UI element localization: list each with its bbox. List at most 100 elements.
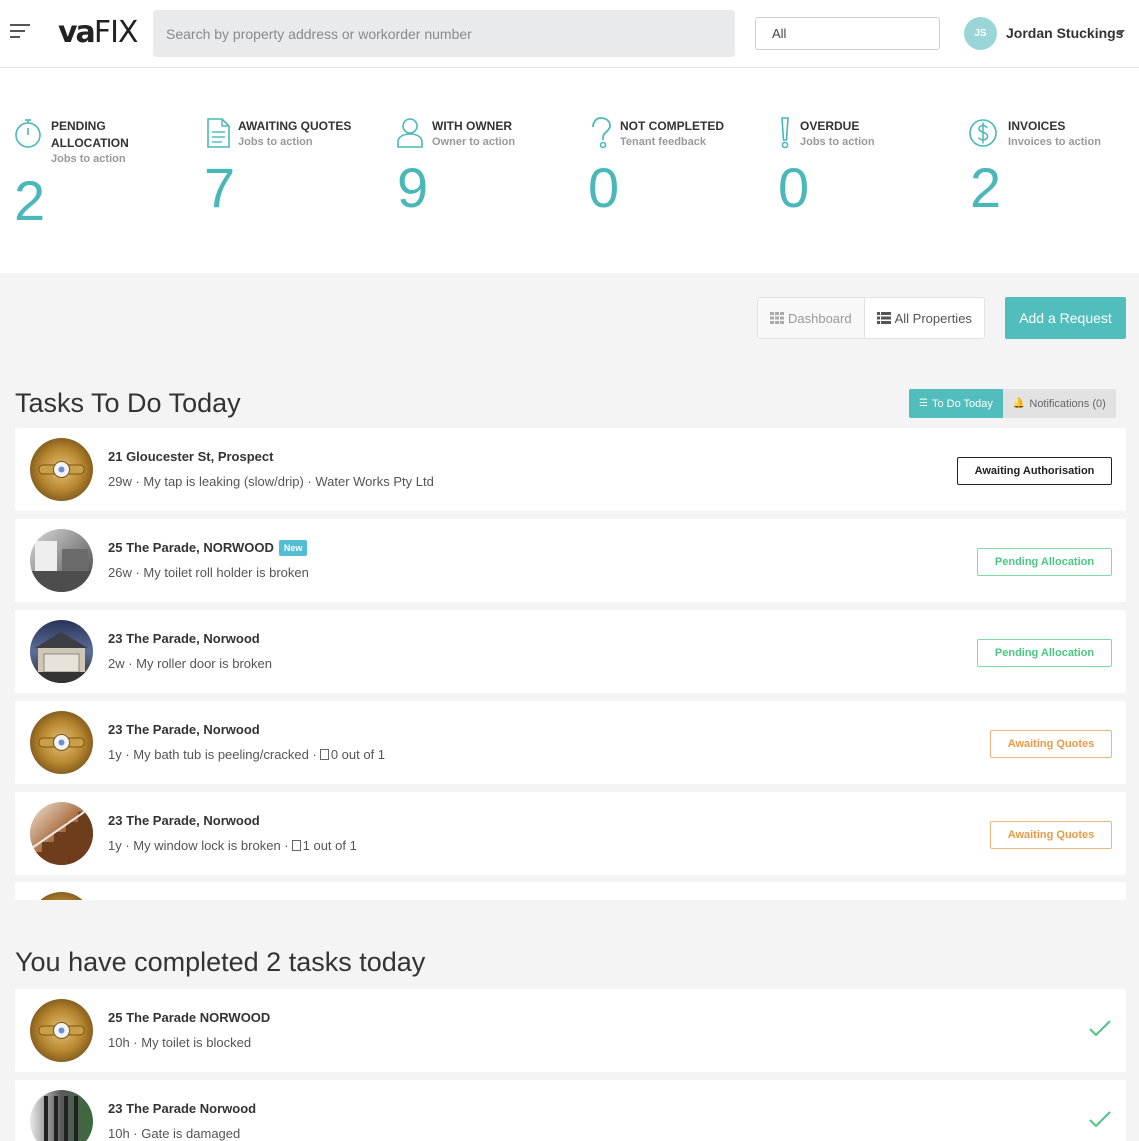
stat-title: WITH OWNER (432, 119, 512, 133)
task-thumbnail (30, 438, 93, 501)
task-thumbnail (30, 892, 93, 900)
task-thumbnail (30, 529, 93, 592)
stat-subtitle: Jobs to action (800, 136, 875, 148)
task-card[interactable]: 21 Gloucester St, Prospect 29w · My tap … (15, 428, 1126, 511)
status-badge[interactable]: Awaiting Quotes (990, 730, 1112, 758)
logo-fix: FIX (93, 15, 139, 50)
filter-select[interactable]: All (755, 17, 940, 50)
task-description: 29w · My tap is leaking (slow/drip) · Wa… (108, 474, 434, 489)
stat-pending-allocation[interactable]: PENDING ALLOCATION Jobs to action 2 (0, 68, 190, 273)
dashboard-label: Dashboard (788, 310, 852, 326)
stat-value: 2 (970, 156, 1002, 219)
task-description: 2w · My roller door is broken (108, 656, 272, 671)
stat-value: 2 (14, 169, 46, 232)
logo-va: va (58, 15, 96, 50)
stat-title: INVOICES (1008, 119, 1066, 133)
task-address: 25 The Parade, NORWOOD New (108, 540, 308, 556)
list-icon (876, 312, 891, 324)
stat-value: 7 (204, 156, 236, 219)
caret-down-icon[interactable] (1117, 30, 1125, 35)
completed-card[interactable]: 25 The Parade NORWOOD 10h · My toilet is… (15, 989, 1126, 1072)
task-address: 23 The Parade, Norwood (108, 631, 260, 646)
stat-title: AWAITING QUOTES (238, 119, 352, 133)
user-name-menu[interactable]: Jordan Stuckings (1006, 25, 1123, 41)
search-input[interactable] (153, 10, 735, 57)
task-thumbnail (30, 999, 93, 1062)
tab-label: Notifications (0) (1029, 397, 1106, 410)
task-address: 23 The Parade Norwood (108, 1101, 257, 1116)
all-properties-label: All Properties (894, 310, 972, 326)
stat-subtitle: Owner to action (432, 136, 516, 148)
stat-invoices[interactable]: INVOICES Invoices to action 2 (962, 68, 1137, 273)
stat-subtitle: Jobs to action (238, 136, 313, 148)
checkmark-icon (1089, 1020, 1111, 1037)
checkmark-icon (1089, 1111, 1111, 1128)
stat-not-completed[interactable]: NOT COMPLETED Tenant feedback 0 (585, 68, 770, 273)
dashboard-button[interactable]: Dashboard (758, 298, 865, 338)
task-description-text: 1y · My bath tub is peeling/cracked · (108, 747, 317, 762)
task-description-text: 1y · My window lock is broken · (108, 838, 289, 853)
stat-title: NOT COMPLETED (620, 119, 724, 133)
stats-panel: PENDING ALLOCATION Jobs to action 2 AWAI… (0, 68, 1139, 273)
list-icon: ☰ (919, 398, 928, 409)
tab-to-do-today[interactable]: ☰ To Do Today (909, 389, 1003, 418)
status-badge[interactable]: Pending Allocation (977, 639, 1112, 667)
grid-icon (770, 312, 784, 324)
task-description: 26w · My toilet roll holder is broken (108, 565, 309, 580)
quote-document-icon (291, 840, 301, 851)
task-card[interactable]: 23 The Parade, Norwood 1y · My bath tub … (15, 701, 1126, 784)
stat-with-owner[interactable]: WITH OWNER Owner to action 9 (393, 68, 578, 273)
stat-subtitle: Invoices to action (1008, 136, 1101, 148)
hamburger-menu-icon[interactable] (10, 22, 32, 40)
stat-overdue[interactable]: OVERDUE Jobs to action 0 (770, 68, 955, 273)
bell-icon: 🔔 (1012, 398, 1026, 409)
status-badge[interactable]: Awaiting Authorisation (957, 457, 1112, 485)
task-description: 1y · My window lock is broken · 1 out of … (108, 838, 357, 853)
question-icon (592, 117, 611, 149)
task-thumbnail (30, 711, 93, 774)
stat-value: 0 (588, 156, 620, 219)
quote-document-icon (319, 749, 329, 760)
add-request-button[interactable]: Add a Request (1005, 297, 1126, 339)
task-description: 10h · My toilet is blocked (108, 1035, 252, 1050)
stat-awaiting-quotes[interactable]: AWAITING QUOTES Jobs to action 7 (200, 68, 385, 273)
tab-label: To Do Today (931, 397, 993, 410)
task-address: 25 The Parade NORWOOD (108, 1010, 271, 1025)
task-address: 21 Gloucester St, Prospect (108, 449, 274, 464)
stat-subtitle: Tenant feedback (620, 136, 706, 148)
task-address-text: 25 The Parade, NORWOOD (108, 540, 274, 555)
stopwatch-icon (15, 119, 41, 148)
view-switcher: Dashboard All Properties (757, 297, 985, 339)
person-icon (397, 118, 423, 148)
vafix-logo[interactable]: vaFIX (58, 15, 139, 50)
avatar[interactable]: JS (964, 17, 997, 50)
task-card[interactable]: 23 The Parade, Norwood 2w · My roller do… (15, 610, 1126, 693)
status-badge[interactable]: Awaiting Quotes (990, 821, 1112, 849)
stat-value: 9 (397, 156, 429, 219)
exclamation-icon (781, 117, 789, 149)
task-tabs: ☰ To Do Today 🔔 Notifications (0) (909, 389, 1116, 418)
task-address: 23 The Parade, Norwood (108, 813, 260, 828)
top-bar: vaFIX All JS Jordan Stuckings (0, 0, 1139, 68)
tasks-heading: Tasks To Do Today (15, 388, 241, 418)
document-icon (207, 118, 230, 148)
task-card[interactable]: 23 The Parade, Norwood 1y · My window lo… (15, 792, 1126, 875)
task-thumbnail (30, 1090, 93, 1141)
stat-value: 0 (778, 156, 810, 219)
tab-notifications[interactable]: 🔔 Notifications (0) (1002, 389, 1116, 418)
stat-title: OVERDUE (800, 119, 860, 133)
task-thumbnail (30, 802, 93, 865)
all-properties-button[interactable]: All Properties (865, 298, 984, 338)
task-description: 10h · Gate is damaged (108, 1126, 241, 1141)
quote-count: 1 out of 1 (302, 838, 357, 853)
new-badge: New (278, 540, 308, 556)
task-list-overflow-card (15, 882, 1126, 900)
status-badge[interactable]: Pending Allocation (977, 548, 1112, 576)
task-thumbnail (30, 620, 93, 683)
task-card[interactable]: 25 The Parade, NORWOOD New 26w · My toile… (15, 519, 1126, 602)
task-description: 1y · My bath tub is peeling/cracked · 0 o… (108, 747, 385, 762)
quote-count: 0 out of 1 (330, 747, 386, 762)
stat-title: PENDING ALLOCATION (51, 119, 129, 150)
stat-subtitle: Jobs to action (51, 153, 126, 165)
completed-card[interactable]: 23 The Parade Norwood 10h · Gate is dama… (15, 1080, 1126, 1141)
